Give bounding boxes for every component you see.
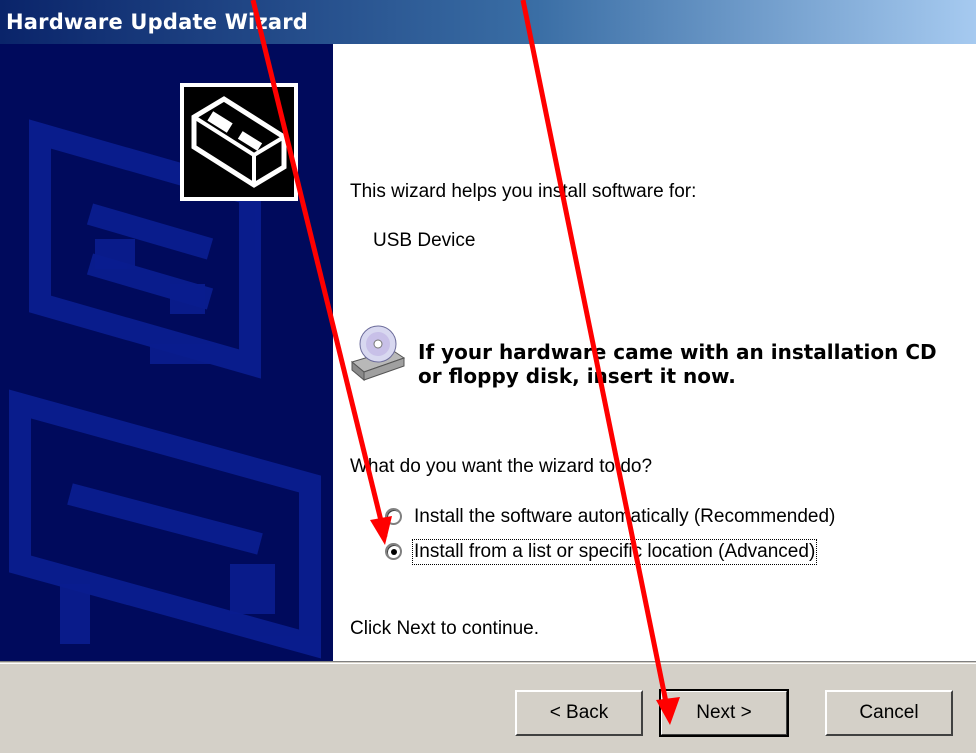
- radio-install-automatically[interactable]: [385, 508, 402, 525]
- intro-text: This wizard helps you install software f…: [350, 181, 697, 202]
- radio-selected-dot: [391, 549, 397, 555]
- hardware-wizard-icon: [180, 83, 298, 201]
- back-button[interactable]: < Back: [515, 690, 643, 736]
- title-bar: Hardware Update Wizard: [0, 0, 976, 44]
- question-text: What do you want the wizard to do?: [350, 456, 653, 477]
- cd-notice-line2: or floppy disk, insert it now.: [418, 364, 736, 388]
- next-button[interactable]: Next >: [659, 689, 789, 737]
- cancel-button[interactable]: Cancel: [825, 690, 953, 736]
- continue-hint: Click Next to continue.: [350, 618, 540, 639]
- window-title: Hardware Update Wizard: [6, 10, 309, 34]
- device-name: USB Device: [373, 230, 476, 251]
- option-auto-label[interactable]: Install the software automatically (Reco…: [414, 506, 835, 528]
- radio-install-from-list[interactable]: [385, 543, 402, 560]
- cd-notice-line1: If your hardware came with an installati…: [418, 340, 937, 364]
- cd-drive-icon: [346, 322, 408, 384]
- option-list-label[interactable]: Install from a list or specific location…: [411, 539, 818, 565]
